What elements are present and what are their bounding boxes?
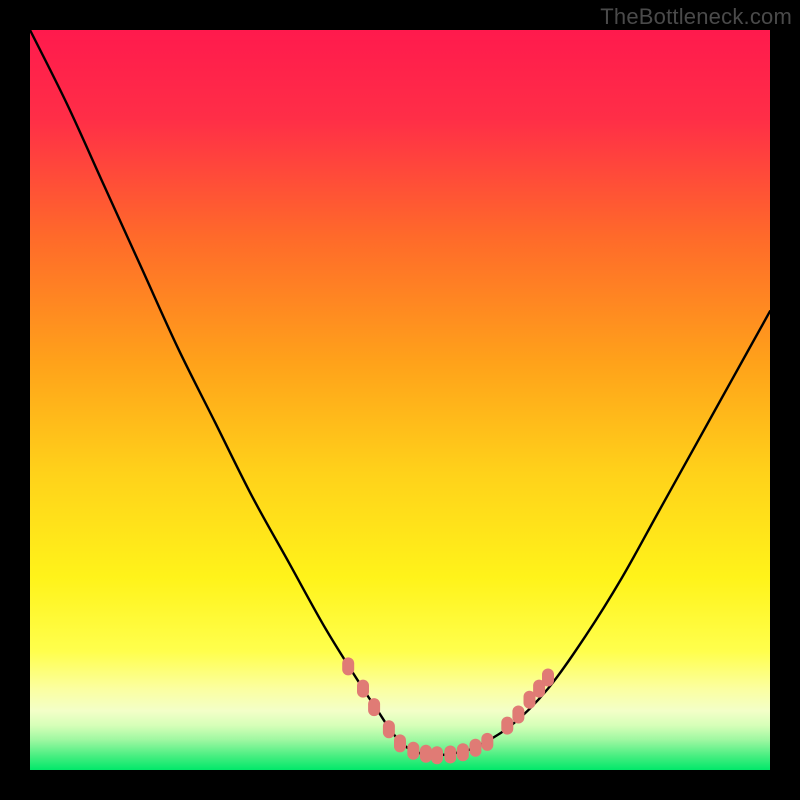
curve-marker [542,669,554,687]
curve-marker [394,734,406,752]
curve-marker [512,706,524,724]
curve-marker [444,745,456,763]
curve-marker [342,657,354,675]
plot-area [30,30,770,770]
chart-frame: TheBottleneck.com [0,0,800,800]
bottleneck-chart-svg [30,30,770,770]
gradient-background [30,30,770,770]
curve-marker [431,746,443,764]
curve-marker [469,739,481,757]
curve-marker [481,733,493,751]
watermark-text: TheBottleneck.com [600,4,792,30]
curve-marker [420,745,432,763]
curve-marker [383,720,395,738]
curve-marker [368,698,380,716]
curve-marker [457,743,469,761]
curve-marker [501,717,513,735]
curve-marker [407,742,419,760]
curve-marker [357,680,369,698]
